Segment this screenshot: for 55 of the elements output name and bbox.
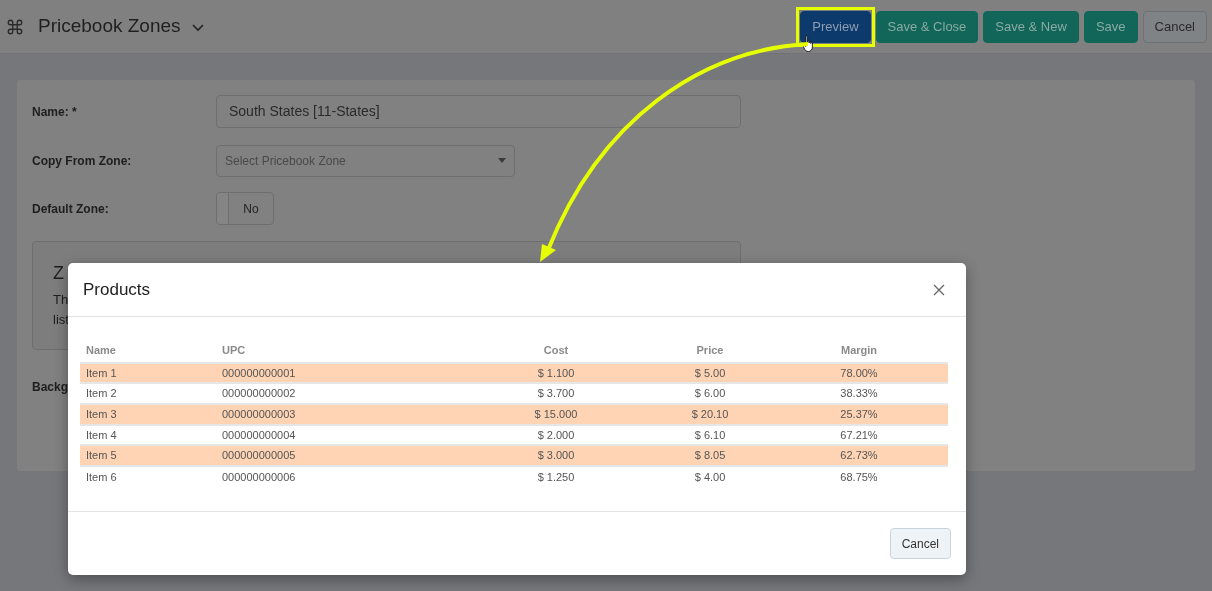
table-cell: $ 3.700 (482, 383, 630, 404)
table-cell: 62.73% (790, 445, 928, 466)
table-cell: $ 1.250 (482, 465, 630, 487)
column-header: Cost (482, 342, 630, 363)
table-cell: $ 20.10 (630, 403, 790, 425)
field-label: Backg (32, 379, 69, 396)
toolbar-button[interactable]: Save & Close (875, 10, 979, 43)
panel-text: list (53, 311, 69, 329)
table-cell: $ 15.000 (482, 403, 630, 425)
table-cell: $ 2.000 (482, 424, 630, 446)
table-cell: Item 5 (80, 445, 222, 466)
table-cell: $ 6.00 (630, 383, 790, 404)
table-cell: 78.00% (790, 362, 928, 384)
toolbar-button[interactable]: Save (1083, 10, 1138, 43)
dropdown-arrow-icon (498, 158, 506, 163)
close-icon[interactable] (933, 283, 945, 296)
column-header: UPC (222, 342, 482, 363)
column-header: Margin (790, 342, 928, 363)
command-icon (6, 17, 24, 36)
table-cell: $ 4.00 (630, 465, 790, 487)
table-cell: $ 1.100 (482, 362, 630, 384)
name-field[interactable]: South States [11-States] (216, 95, 741, 128)
table-cell: 000000000003 (222, 403, 482, 425)
table-cell: $ 6.10 (630, 424, 790, 446)
table-cell: 000000000001 (222, 362, 482, 384)
table-cell: Item 3 (80, 403, 222, 425)
table-cell: 67.21% (790, 424, 928, 446)
table-cell: 68.75% (790, 465, 928, 487)
table-cell: Item 6 (80, 465, 222, 487)
column-header: Price (630, 342, 790, 363)
field-label: Copy From Zone: (32, 152, 133, 170)
page-title: Pricebook Zones (38, 14, 181, 39)
table-cell: 25.37% (790, 403, 928, 425)
table-cell: 000000000002 (222, 383, 482, 404)
table-cell: $ 5.00 (630, 362, 790, 384)
table-cell: Item 1 (80, 362, 222, 384)
default-zone-toggle[interactable]: No (216, 192, 274, 225)
panel-text: Th (53, 291, 69, 309)
cancel-button[interactable]: Cancel (889, 528, 951, 559)
toolbar-button[interactable]: Preview (800, 10, 871, 43)
modal-title: Products (83, 278, 151, 301)
panel-heading: Z (53, 262, 64, 284)
table-cell: 000000000005 (222, 445, 482, 466)
column-header: Name (80, 342, 222, 363)
table-cell: 000000000004 (222, 424, 482, 446)
table-cell: $ 8.05 (630, 445, 790, 466)
table-cell: Item 4 (80, 424, 222, 446)
table-cell: 000000000006 (222, 465, 482, 487)
table-cell: Item 2 (80, 383, 222, 404)
toolbar-button[interactable]: Cancel (1142, 10, 1207, 43)
table-cell: $ 3.000 (482, 445, 630, 466)
field-label: Name: * (32, 103, 78, 121)
table-cell: 38.33% (790, 383, 928, 404)
field-label: Default Zone: (32, 200, 110, 218)
toolbar-button[interactable]: Save & New (983, 10, 1079, 43)
